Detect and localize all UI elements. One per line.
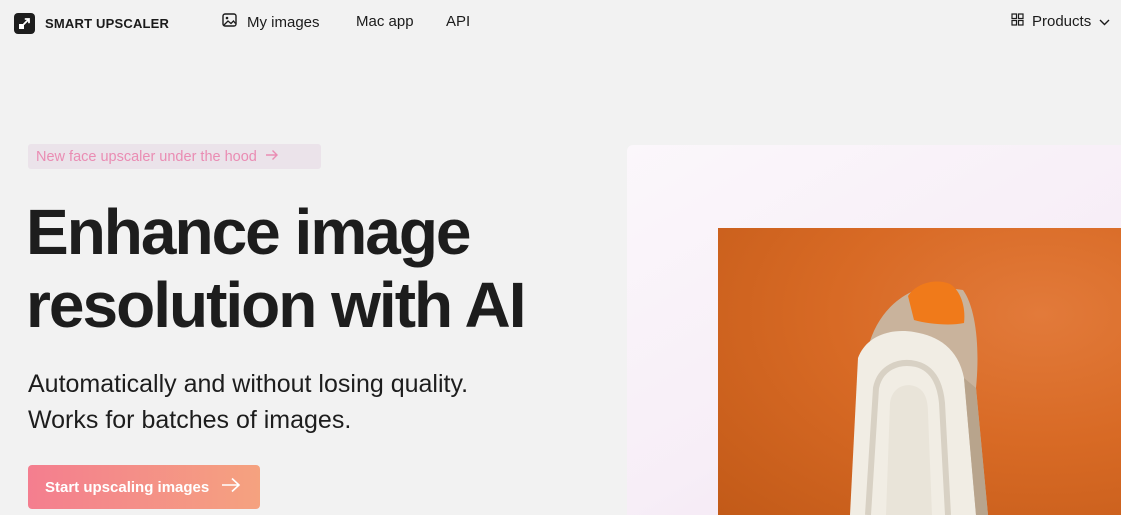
nav-my-images-label: My images bbox=[247, 13, 320, 31]
start-upscaling-button[interactable]: Start upscaling images bbox=[28, 465, 260, 509]
brand-name: SMART UPSCALER bbox=[45, 16, 170, 31]
announcement-badge-label: New face upscaler under the hood bbox=[36, 148, 257, 165]
hero-headline-line-2: resolution with AI bbox=[26, 269, 526, 341]
upscale-arrow-icon bbox=[14, 13, 35, 34]
hero-subtitle-line-1: Automatically and without losing quality… bbox=[28, 370, 469, 398]
arrow-right-icon bbox=[265, 149, 279, 165]
nav-mac-app[interactable]: Mac app bbox=[356, 13, 414, 30]
hero-headline: Enhance image resolution with AI bbox=[26, 196, 526, 342]
announcement-badge[interactable]: New face upscaler under the hood bbox=[28, 144, 321, 169]
products-label: Products bbox=[1032, 13, 1092, 30]
start-upscaling-label: Start upscaling images bbox=[45, 478, 210, 496]
grid-icon bbox=[1011, 13, 1024, 30]
image-gallery-icon bbox=[222, 13, 237, 31]
chevron-down-icon bbox=[1099, 13, 1110, 30]
hero-headline-line-1: Enhance image bbox=[26, 196, 471, 268]
top-navigation: SMART UPSCALER My images Mac app API Pro… bbox=[0, 0, 1121, 46]
nav-mac-app-label: Mac app bbox=[356, 13, 414, 30]
nav-my-images[interactable]: My images bbox=[222, 13, 320, 31]
hero-subtitle: Automatically and without losing quality… bbox=[28, 366, 468, 438]
sneaker-sample-image bbox=[718, 228, 1121, 515]
arrow-right-icon bbox=[221, 477, 241, 497]
nav-api[interactable]: API bbox=[446, 13, 470, 30]
hero-preview-card bbox=[627, 145, 1121, 515]
nav-api-label: API bbox=[446, 13, 471, 30]
brand-logo-link[interactable]: SMART UPSCALER bbox=[14, 13, 169, 34]
products-menu-button[interactable]: Products bbox=[1011, 13, 1110, 30]
hero-subtitle-line-2: Works for batches of images. bbox=[28, 406, 352, 434]
